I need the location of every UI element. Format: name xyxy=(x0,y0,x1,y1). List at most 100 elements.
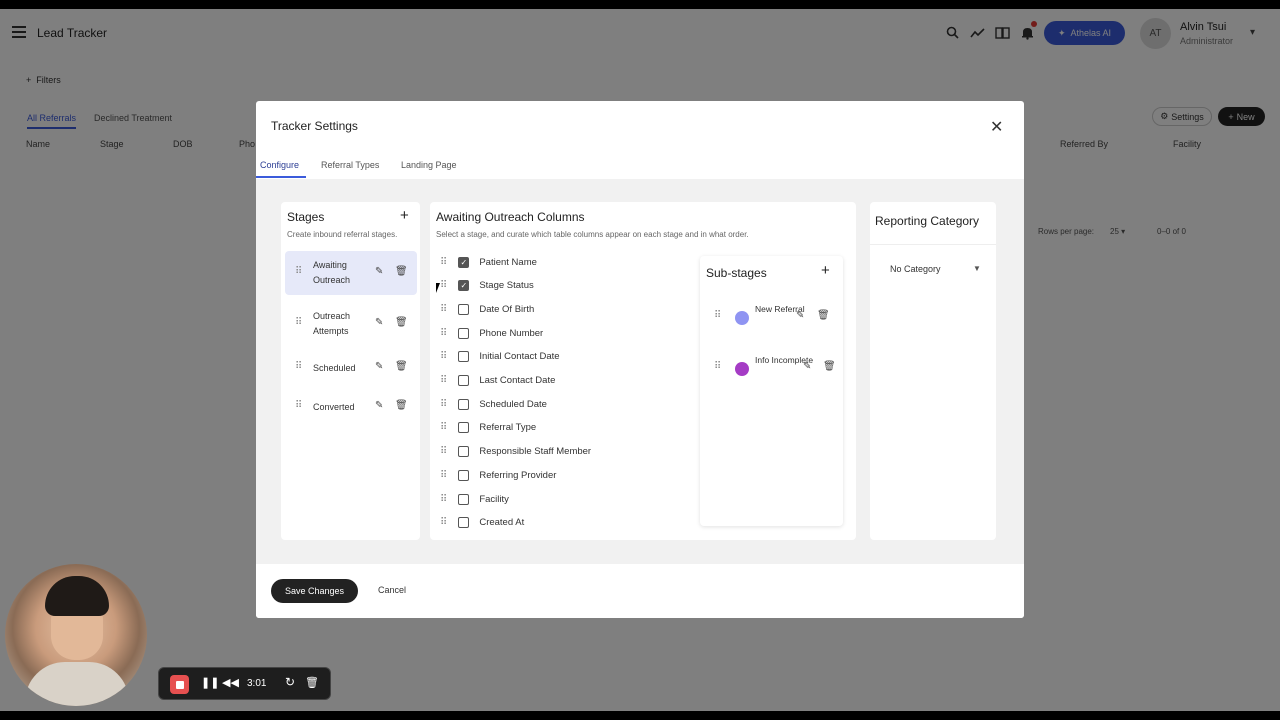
column-option-row[interactable]: ⠿ Last Contact Date xyxy=(440,371,680,391)
column-checkbox[interactable]: ✓ xyxy=(458,280,470,292)
drag-handle-icon[interactable]: ⠿ xyxy=(714,361,721,372)
drag-handle-icon[interactable]: ⠿ xyxy=(295,361,302,372)
stage-item[interactable]: ⠿ Scheduled ✎ 🗑 xyxy=(285,348,417,392)
stage-item[interactable]: ⠿ Awaiting Outreach ✎ 🗑 xyxy=(285,251,417,295)
column-checkbox[interactable] xyxy=(458,517,470,529)
stage-item[interactable]: ⠿ Outreach Attempts ✎ 🗑 xyxy=(285,302,417,346)
tab-landing-page[interactable]: Landing Page xyxy=(401,160,457,170)
trash-icon[interactable]: 🗑 xyxy=(823,361,836,372)
substages-title: Sub-stages xyxy=(706,266,767,280)
column-option-label: Last Contact Date xyxy=(479,375,556,386)
recording-controls: ❚❚ ◀◀ 3:01 ↻ 🗑 xyxy=(158,667,331,700)
pencil-icon[interactable]: ✎ xyxy=(375,317,383,328)
configure-panel: Stages + Create inbound referral stages.… xyxy=(256,179,1024,564)
column-option-label: Patient Name xyxy=(479,256,537,268)
tracker-settings-dialog: Tracker Settings ✕ Configure Referral Ty… xyxy=(256,101,1024,618)
column-option-row[interactable]: ⠿ Referral Type xyxy=(440,418,680,438)
tab-configure[interactable]: Configure xyxy=(260,160,299,170)
pencil-icon[interactable]: ✎ xyxy=(375,400,383,411)
drag-handle-icon[interactable]: ⠿ xyxy=(440,446,447,457)
column-option-label: Referral Type xyxy=(479,422,537,434)
trash-icon[interactable]: 🗑 xyxy=(395,361,408,372)
reporting-category-title: Reporting Category xyxy=(875,214,980,228)
pencil-icon[interactable]: ✎ xyxy=(803,361,811,372)
pencil-icon[interactable]: ✎ xyxy=(375,266,383,277)
app-screen: Lead Tracker ✦ Athelas AI AT Alvin Tsui … xyxy=(0,9,1280,711)
column-option-row[interactable]: ⠿ Facility xyxy=(440,489,680,509)
chevron-down-icon[interactable]: ▼ xyxy=(973,264,981,273)
save-changes-button[interactable]: Save Changes xyxy=(271,579,358,603)
column-checkbox[interactable] xyxy=(458,422,470,434)
add-substage-icon[interactable]: + xyxy=(821,262,830,279)
drag-handle-icon[interactable]: ⠿ xyxy=(440,470,447,481)
trash-icon[interactable]: 🗑 xyxy=(395,400,408,411)
column-option-row[interactable]: ⠿ Scheduled Date xyxy=(440,394,680,414)
reporting-category-select[interactable]: No Category xyxy=(890,264,941,274)
stages-panel: Stages + Create inbound referral stages.… xyxy=(281,202,420,540)
pause-icon[interactable]: ❚❚ xyxy=(201,676,219,689)
tab-referral-types[interactable]: Referral Types xyxy=(321,160,379,170)
drag-handle-icon[interactable]: ⠿ xyxy=(295,400,302,411)
trash-icon[interactable]: 🗑 xyxy=(395,317,408,328)
mouse-cursor xyxy=(436,283,444,293)
column-option-row[interactable]: ⠿ Referring Provider xyxy=(440,465,680,485)
webcam-hair xyxy=(45,576,109,616)
substage-color-dot xyxy=(735,362,749,376)
add-stage-icon[interactable]: + xyxy=(400,207,409,224)
dialog-footer: Save Changes Cancel xyxy=(256,564,1024,618)
restart-icon[interactable]: ↻ xyxy=(285,675,295,689)
column-option-label: Responsible Staff Member xyxy=(479,446,592,458)
trash-icon[interactable]: 🗑 xyxy=(817,310,830,321)
divider xyxy=(870,244,996,245)
rewind-icon[interactable]: ◀◀ xyxy=(222,676,239,689)
column-option-label: Date Of Birth xyxy=(479,303,535,315)
substage-color-dot xyxy=(735,311,749,325)
column-option-label: Created At xyxy=(479,517,525,529)
stages-title: Stages xyxy=(287,210,325,224)
cancel-button[interactable]: Cancel xyxy=(378,585,406,595)
column-checkbox[interactable] xyxy=(458,469,470,481)
trash-icon[interactable]: 🗑 xyxy=(305,676,319,689)
dialog-title: Tracker Settings xyxy=(271,119,358,133)
column-checkbox[interactable] xyxy=(458,398,470,410)
columns-title: Awaiting Outreach Columns xyxy=(436,210,585,224)
column-option-row[interactable]: ⠿ Date Of Birth xyxy=(440,299,680,319)
column-checkbox[interactable] xyxy=(458,351,470,363)
column-checkbox[interactable] xyxy=(458,375,470,386)
column-checkbox[interactable] xyxy=(458,303,470,315)
drag-handle-icon[interactable]: ⠿ xyxy=(440,328,447,339)
active-tab-indicator xyxy=(256,176,306,178)
substage-item[interactable]: ⠿ Info Incomplete ✎ 🗑 xyxy=(700,350,836,390)
column-checkbox[interactable] xyxy=(458,493,470,505)
stage-item[interactable]: ⠿ Converted ✎ 🗑 xyxy=(285,387,417,431)
drag-handle-icon[interactable]: ⠿ xyxy=(440,257,447,268)
stop-recording-button[interactable] xyxy=(170,675,189,694)
column-option-row[interactable]: ⠿ Created At xyxy=(440,513,680,533)
column-option-row[interactable]: ⠿ ✓ Stage Status xyxy=(440,276,680,296)
drag-handle-icon[interactable]: ⠿ xyxy=(440,422,447,433)
column-checkbox[interactable]: ✓ xyxy=(458,256,470,268)
columns-panel: Awaiting Outreach Columns Select a stage… xyxy=(430,202,856,540)
column-option-row[interactable]: ⠿ ✓ Patient Name xyxy=(440,252,680,272)
drag-handle-icon[interactable]: ⠿ xyxy=(440,351,447,362)
close-icon[interactable]: ✕ xyxy=(990,117,1003,137)
column-checkbox[interactable] xyxy=(458,446,470,458)
drag-handle-icon[interactable]: ⠿ xyxy=(440,304,447,315)
drag-handle-icon[interactable]: ⠿ xyxy=(440,517,447,528)
drag-handle-icon[interactable]: ⠿ xyxy=(440,494,447,505)
drag-handle-icon[interactable]: ⠿ xyxy=(440,375,447,386)
column-checkbox[interactable] xyxy=(458,327,470,339)
column-option-row[interactable]: ⠿ Responsible Staff Member xyxy=(440,442,680,462)
drag-handle-icon[interactable]: ⠿ xyxy=(714,310,721,321)
pencil-icon[interactable]: ✎ xyxy=(375,361,383,372)
substage-item[interactable]: ⠿ New Referral ✎ 🗑 xyxy=(700,299,830,339)
column-option-row[interactable]: ⠿ Initial Contact Date xyxy=(440,347,680,367)
trash-icon[interactable]: 🗑 xyxy=(395,266,408,277)
drag-handle-icon[interactable]: ⠿ xyxy=(440,399,447,410)
pencil-icon[interactable]: ✎ xyxy=(796,310,804,321)
column-option-row[interactable]: ⠿ Phone Number xyxy=(440,323,680,343)
drag-handle-icon[interactable]: ⠿ xyxy=(295,266,302,277)
drag-handle-icon[interactable]: ⠿ xyxy=(295,317,302,328)
stages-subtitle: Create inbound referral stages. xyxy=(287,230,398,239)
column-option-label: Stage Status xyxy=(479,280,534,292)
